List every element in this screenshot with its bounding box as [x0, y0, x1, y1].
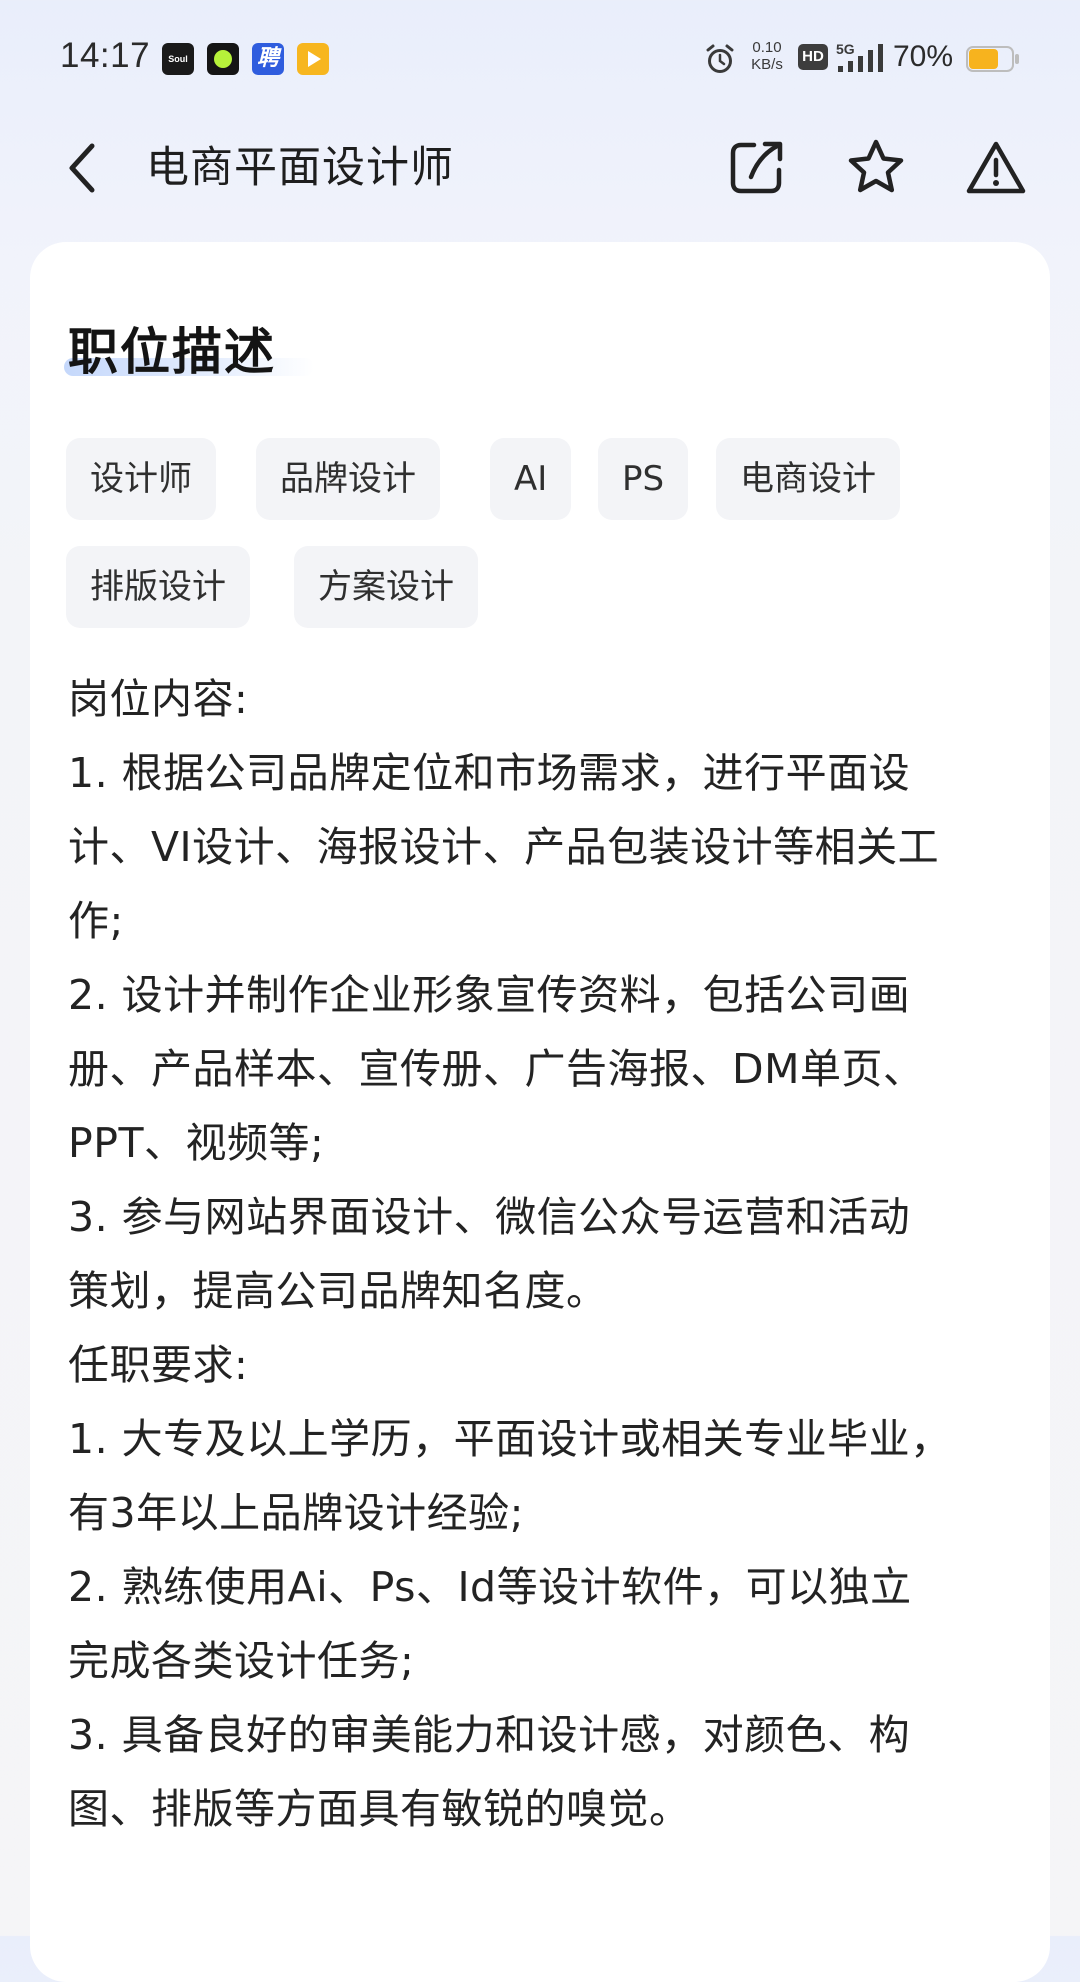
description-heading-duties: 岗位内容:	[68, 675, 249, 723]
job-description-card: 职位描述 设计师 品牌设计 AI PS 电商设计 排版设计 方案设计 岗位内容:…	[30, 242, 1050, 1982]
battery-percent: 70%	[893, 40, 954, 73]
tag-proposal-design[interactable]: 方案设计	[294, 546, 478, 628]
status-time: 14:17	[60, 36, 151, 75]
description-heading-requirements: 任职要求:	[68, 1341, 249, 1389]
status-bar: 14:17 Soul 聘 0.10 KB/s HD 5G 70%	[0, 0, 1080, 118]
description-line: 册、产品样本、宣传册、广告海报、DM单页、	[68, 1045, 925, 1093]
page-title: 电商平面设计师	[146, 143, 454, 193]
hd-badge: HD	[798, 44, 828, 70]
description-line: 3. 具备良好的审美能力和设计感，对颜色、构	[68, 1711, 911, 1759]
signal-icon: 5G	[836, 41, 883, 72]
tag-brand-design[interactable]: 品牌设计	[256, 438, 440, 520]
alarm-icon	[706, 44, 734, 73]
tag-ps[interactable]: PS	[598, 438, 689, 520]
tag-ai[interactable]: AI	[490, 438, 572, 520]
share-icon	[730, 141, 783, 194]
description-line: 策划，提高公司品牌知名度。	[68, 1267, 608, 1315]
network-speed: 0.10 KB/s	[744, 39, 790, 73]
back-arrow-icon	[69, 143, 95, 193]
network-speed-value: 0.10	[752, 39, 782, 56]
job-description-text: 岗位内容: 1. 根据公司品牌定位和市场需求，进行平面设 计、VI设计、海报设计…	[68, 662, 1018, 1846]
network-speed-unit: KB/s	[751, 56, 783, 73]
description-line: 3. 参与网站界面设计、微信公众号运营和活动	[68, 1193, 911, 1241]
video-app-icon	[297, 43, 329, 75]
description-line: 1. 根据公司品牌定位和市场需求，进行平面设	[68, 749, 911, 797]
description-line: 完成各类设计任务;	[68, 1637, 415, 1685]
description-line: 有3年以上品牌设计经验;	[68, 1489, 524, 1537]
description-line: 2. 熟练使用Ai、Ps、Id等设计软件，可以独立	[68, 1563, 912, 1611]
description-line: 1. 大专及以上学历，平面设计或相关专业毕业，	[68, 1415, 952, 1463]
section-title: 职位描述	[68, 323, 276, 381]
tag-layout-design[interactable]: 排版设计	[66, 546, 250, 628]
description-line: 2. 设计并制作企业形象宣传资料，包括公司画	[68, 971, 911, 1019]
circle-app-icon	[207, 43, 239, 75]
tag-designer[interactable]: 设计师	[66, 438, 216, 520]
description-line: 计、VI设计、海报设计、产品包装设计等相关工	[68, 823, 940, 871]
report-button[interactable]	[958, 130, 1034, 206]
favorite-button[interactable]	[838, 130, 914, 206]
recruit-app-icon: 聘	[252, 43, 284, 75]
soul-app-icon: Soul	[162, 43, 194, 75]
battery-icon	[966, 46, 1019, 72]
description-line: 作;	[68, 897, 124, 945]
network-type-label: 5G	[836, 41, 855, 57]
tag-ecommerce-design[interactable]: 电商设计	[716, 438, 900, 520]
star-icon	[848, 139, 904, 193]
description-line: 图、排版等方面具有敏锐的嗅觉。	[68, 1785, 691, 1833]
back-button[interactable]	[52, 128, 112, 208]
warning-icon	[966, 141, 1026, 194]
share-button[interactable]	[718, 130, 794, 206]
nav-bar: 电商平面设计师	[0, 118, 1080, 218]
description-line: PPT、视频等;	[68, 1119, 325, 1167]
